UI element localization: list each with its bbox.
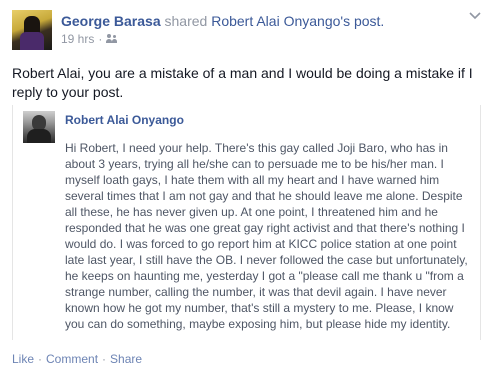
post-meta: George Barasa shared Robert Alai Onyango… — [61, 12, 384, 46]
shared-post-header: Robert Alai Onyango — [23, 111, 184, 143]
owner-name[interactable]: Robert Alai Onyango — [211, 13, 340, 29]
owner-suffix: 's post. — [340, 13, 385, 29]
subline-separator: · — [98, 32, 103, 46]
actor-avatar[interactable] — [12, 10, 52, 50]
feed-post: George Barasa shared Robert Alai Onyango… — [0, 0, 491, 375]
post-actions: Like · Comment · Share — [12, 352, 142, 366]
actions-separator: · — [38, 352, 43, 366]
post-header: George Barasa shared Robert Alai Onyango… — [12, 10, 384, 54]
shared-post-body: Hi Robert, I need your help. There's thi… — [65, 141, 468, 331]
shared-label: shared — [164, 13, 208, 29]
friends-icon[interactable] — [106, 34, 118, 44]
like-button[interactable]: Like — [12, 352, 34, 366]
post-subline: 19 hrs · — [61, 32, 384, 46]
original-post-link[interactable]: Robert Alai Onyango's post. — [211, 13, 384, 29]
post-title-line: George Barasa shared Robert Alai Onyango… — [61, 12, 384, 30]
comment-button[interactable]: Comment — [46, 352, 98, 366]
timestamp-link[interactable]: 19 hrs — [61, 32, 94, 46]
post-status-text: Robert Alai, you are a mistake of a man … — [12, 65, 473, 100]
chevron-down-icon[interactable] — [469, 12, 481, 22]
actions-separator: · — [102, 352, 107, 366]
shared-author-avatar[interactable] — [23, 111, 55, 143]
shared-author-name[interactable]: Robert Alai Onyango — [65, 113, 184, 127]
actor-name-link[interactable]: George Barasa — [61, 13, 161, 29]
share-button[interactable]: Share — [110, 352, 142, 366]
shared-post-attachment[interactable]: Robert Alai Onyango Hi Robert, I need yo… — [12, 105, 481, 340]
